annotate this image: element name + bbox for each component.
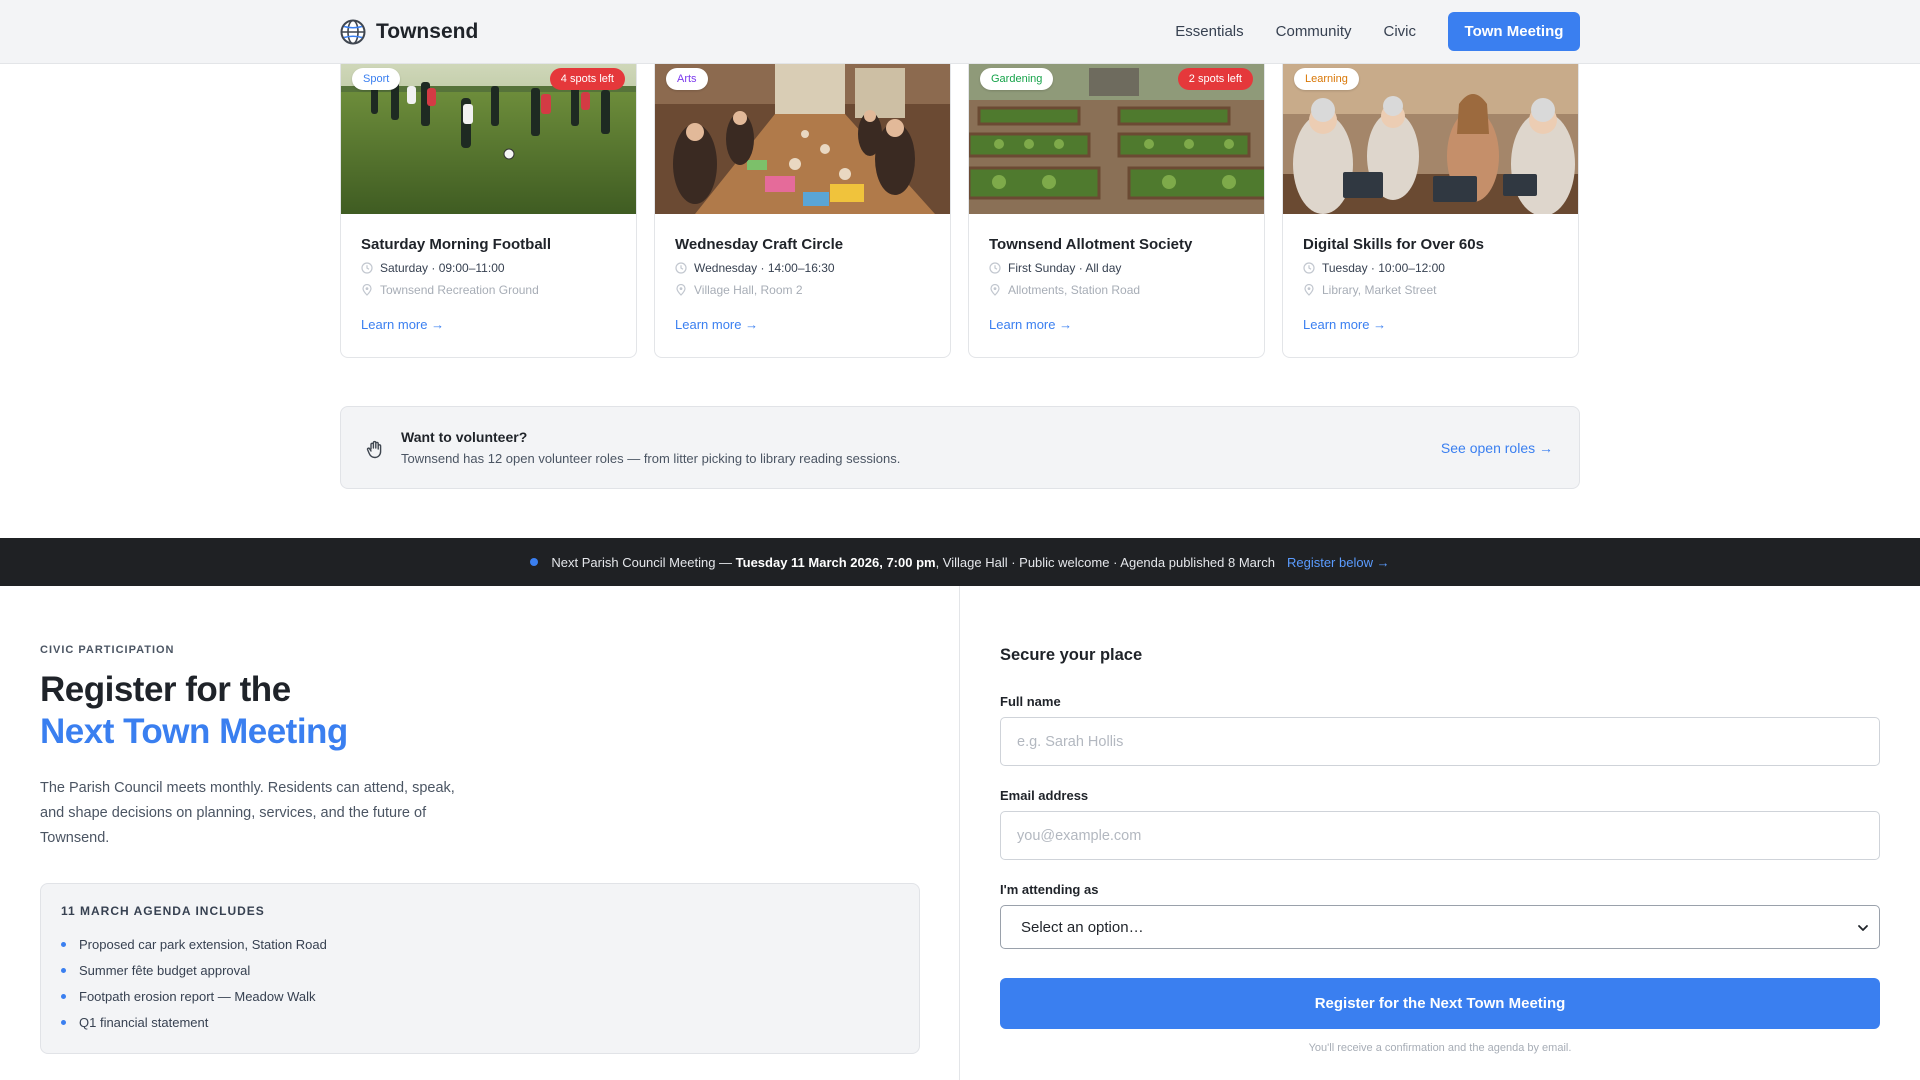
form-title: Secure your place xyxy=(1000,646,1143,664)
agenda-item: Summer fête budget approval xyxy=(61,957,327,983)
page-title-line1: Register for the xyxy=(40,670,291,709)
card-time-text: Wednesday · 14:00–16:30 xyxy=(694,261,835,275)
banner-datetime: Tuesday 11 March 2026, 7:00 pm xyxy=(735,554,936,570)
card-time-text: First Sunday · All day xyxy=(1008,261,1122,275)
agenda-item-text: Footpath erosion report — Meadow Walk xyxy=(79,988,316,1004)
attending-as-select[interactable]: Select an option… xyxy=(1000,905,1880,949)
nav-civic[interactable]: Civic xyxy=(1384,23,1417,40)
activity-card[interactable]: Arts Wednesday Craft Circle Wednesday · … xyxy=(654,64,951,358)
card-title[interactable]: Saturday Morning Football xyxy=(361,236,551,253)
agenda-item-text: Proposed car park extension, Station Roa… xyxy=(79,936,327,952)
see-open-roles-link[interactable]: See open roles → xyxy=(1441,440,1553,456)
card-title[interactable]: Wednesday Craft Circle xyxy=(675,236,843,253)
volunteer-callout: Want to volunteer? Townsend has 12 open … xyxy=(340,406,1580,489)
agenda-item: Footpath erosion report — Meadow Walk xyxy=(61,983,327,1009)
card-time: Wednesday · 14:00–16:30 xyxy=(675,261,835,275)
activity-card[interactable]: Sport 4 spots left Saturday Morning Foot… xyxy=(340,64,637,358)
card-place: Village Hall, Room 2 xyxy=(675,283,803,297)
agenda-title: 11 MARCH AGENDA INCLUDES xyxy=(61,904,265,918)
location-pin-icon xyxy=(990,284,1000,296)
location-pin-icon xyxy=(676,284,686,296)
hand-icon xyxy=(366,440,382,459)
card-place-text: Allotments, Station Road xyxy=(1008,283,1141,297)
agenda-box: 11 MARCH AGENDA INCLUDES Proposed car pa… xyxy=(40,883,920,1054)
nav-community[interactable]: Community xyxy=(1276,23,1352,40)
brand-name: Townsend xyxy=(376,20,479,43)
town-meeting-button[interactable]: Town Meeting xyxy=(1448,12,1580,51)
bullet xyxy=(61,941,66,947)
learn-more-link[interactable]: Learn more → xyxy=(1303,317,1386,332)
activity-card[interactable]: Learning Digital Skills for Over 60s Tue… xyxy=(1282,64,1579,358)
card-time: First Sunday · All day xyxy=(989,261,1121,275)
volunteer-title: Want to volunteer? xyxy=(401,429,528,445)
card-place-text: Library, Market Street xyxy=(1322,283,1437,297)
card-title[interactable]: Townsend Allotment Society xyxy=(989,236,1192,253)
nav-essentials[interactable]: Essentials xyxy=(1175,23,1243,40)
card-place-text: Townsend Recreation Ground xyxy=(380,283,539,297)
page-title-line2: Next Town Meeting xyxy=(40,712,348,751)
column-divider xyxy=(959,586,960,1080)
email-label: Email address xyxy=(1000,788,1089,803)
register-below-link[interactable]: Register below → xyxy=(1287,555,1390,570)
card-place: Townsend Recreation Ground xyxy=(361,283,539,297)
category-tag: Arts xyxy=(666,68,708,90)
card-place: Allotments, Station Road xyxy=(989,283,1140,297)
agenda-list: Proposed car park extension, Station Roa… xyxy=(61,931,327,1035)
category-tag: Learning xyxy=(1294,68,1359,90)
card-time-text: Tuesday · 10:00–12:00 xyxy=(1322,261,1445,275)
spots-left-badge: 2 spots left xyxy=(1177,68,1253,90)
registration-section: CIVIC PARTICIPATION Register for the Nex… xyxy=(0,586,1920,1080)
bullet xyxy=(61,967,66,973)
craft-circle-photo: Arts xyxy=(655,64,950,214)
category-tag: Gardening xyxy=(980,68,1054,90)
card-time: Saturday · 09:00–11:00 xyxy=(361,261,505,275)
status-dot xyxy=(530,558,539,566)
activity-card[interactable]: Gardening 2 spots left Townsend Allotmen… xyxy=(968,64,1265,358)
bullet xyxy=(61,1019,66,1025)
card-time: Tuesday · 10:00–12:00 xyxy=(1303,261,1445,275)
card-place: Library, Market Street xyxy=(1303,283,1436,297)
location-pin-icon xyxy=(362,284,372,296)
banner-prefix: Next Parish Council Meeting — xyxy=(551,554,736,570)
intro-text: The Parish Council meets monthly. Reside… xyxy=(40,780,455,846)
attending-as-label: I'm attending as xyxy=(1000,882,1099,897)
agenda-item: Q1 financial statement xyxy=(61,1009,327,1035)
email-input[interactable] xyxy=(1000,811,1880,860)
football-photo: Sport 4 spots left xyxy=(341,64,636,214)
clock-icon xyxy=(675,262,687,274)
agenda-item: Proposed car park extension, Station Roa… xyxy=(61,931,327,957)
learn-more-link[interactable]: Learn more → xyxy=(675,317,758,332)
learn-more-link[interactable]: Learn more → xyxy=(361,317,444,332)
digital-skills-photo: Learning xyxy=(1283,64,1578,214)
clock-icon xyxy=(989,262,1001,274)
learn-more-link[interactable]: Learn more → xyxy=(989,317,1072,332)
agenda-item-text: Q1 financial statement xyxy=(79,1014,209,1030)
brand[interactable]: Townsend xyxy=(340,19,478,45)
card-title[interactable]: Digital Skills for Over 60s xyxy=(1303,236,1484,253)
register-submit-button[interactable]: Register for the Next Town Meeting xyxy=(1000,978,1880,1029)
clock-icon xyxy=(1303,262,1315,274)
meeting-announcement-bar: Next Parish Council Meeting — Tuesday 11… xyxy=(0,538,1920,586)
main-nav: Essentials Community Civic Town Meeting xyxy=(1175,12,1580,51)
bullet xyxy=(61,993,66,999)
category-tag: Sport xyxy=(352,68,401,90)
full-name-input[interactable] xyxy=(1000,717,1880,766)
full-name-label: Full name xyxy=(1000,694,1061,709)
activity-cards: Sport 4 spots left Saturday Morning Foot… xyxy=(340,64,1580,358)
card-time-text: Saturday · 09:00–11:00 xyxy=(380,261,505,275)
spots-left-badge: 4 spots left xyxy=(549,68,625,90)
card-place-text: Village Hall, Room 2 xyxy=(694,283,803,297)
chevron-down-icon xyxy=(1858,925,1868,931)
clock-icon xyxy=(361,262,373,274)
select-value: Select an option… xyxy=(1021,918,1144,936)
section-eyebrow: CIVIC PARTICIPATION xyxy=(40,644,175,656)
volunteer-description: Townsend has 12 open volunteer roles — f… xyxy=(401,451,901,466)
banner-suffix: , Village Hall · Public welcome · Agenda… xyxy=(935,554,1275,570)
location-pin-icon xyxy=(1304,284,1314,296)
allotment-photo: Gardening 2 spots left xyxy=(969,64,1264,214)
globe-logo-icon xyxy=(340,19,366,45)
agenda-item-text: Summer fête budget approval xyxy=(79,962,251,978)
confirmation-note: You'll receive a confirmation and the ag… xyxy=(1308,1042,1572,1054)
site-header: Townsend Essentials Community Civic Town… xyxy=(0,0,1920,64)
